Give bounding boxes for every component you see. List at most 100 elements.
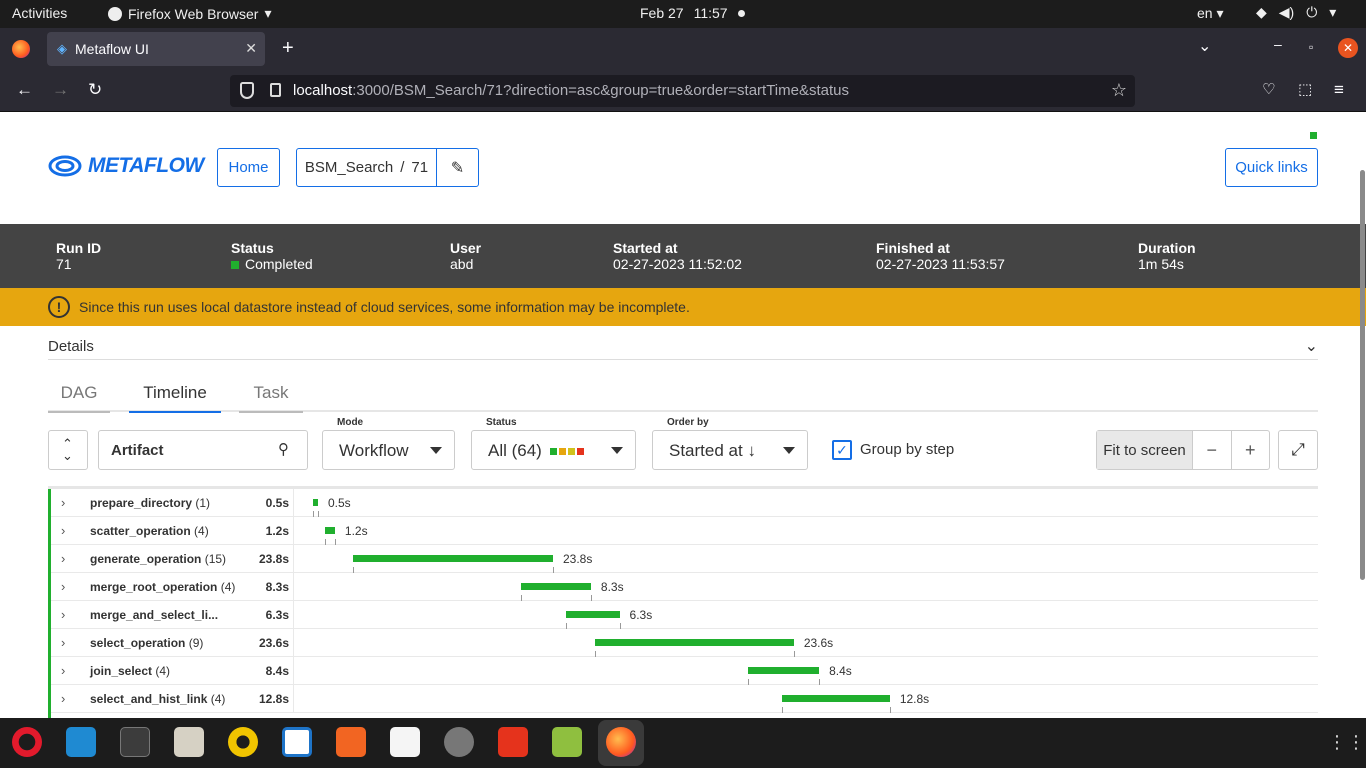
metaflow-logo[interactable]: METAFLOW: [48, 154, 204, 178]
page-info-icon[interactable]: [270, 83, 281, 97]
close-tab-icon[interactable]: ✕: [245, 40, 257, 57]
quick-links-button[interactable]: Quick links: [1225, 148, 1318, 187]
app-center-icon[interactable]: [336, 727, 366, 757]
step-duration-bar[interactable]: [782, 695, 890, 702]
breadcrumb[interactable]: BSM_Search / 71 ✎: [296, 148, 479, 187]
breadcrumb-flow[interactable]: BSM_Search: [305, 159, 393, 176]
chevron-right-icon[interactable]: ›: [61, 551, 65, 566]
page-scrollbar[interactable]: [1360, 170, 1365, 580]
order-by-select[interactable]: Order by Started at ↓: [652, 417, 808, 470]
step-duration-bar[interactable]: [595, 639, 794, 646]
tracking-protection-shield-icon[interactable]: [240, 82, 254, 99]
reload-icon[interactable]: ↻: [88, 80, 102, 100]
opera-icon[interactable]: [12, 727, 42, 757]
chevron-down-icon[interactable]: ⌄: [1305, 336, 1318, 356]
pocket-icon[interactable]: ♡: [1262, 80, 1275, 98]
terminal-icon[interactable]: [120, 727, 150, 757]
list-tabs-chevron-icon[interactable]: ⌄: [1198, 36, 1211, 56]
mode-select[interactable]: Mode Workflow: [322, 417, 455, 470]
chevron-right-icon[interactable]: ›: [61, 579, 65, 594]
wifi-icon: ◆: [1256, 4, 1267, 20]
chevron-right-icon[interactable]: ›: [61, 495, 65, 510]
timeline-row[interactable]: › merge_and_select_li... 6.3s 6.3s: [51, 601, 1318, 629]
chevron-right-icon[interactable]: ›: [61, 691, 65, 706]
sort-ascending-arrow-icon[interactable]: ↓: [747, 441, 756, 460]
extensions-icon[interactable]: ⬚: [1298, 80, 1312, 98]
tab-timeline[interactable]: Timeline: [129, 383, 221, 413]
address-bar[interactable]: localhost:3000/BSM_Search/71?direction=a…: [230, 75, 1135, 107]
clock[interactable]: Feb 27 11:57: [640, 5, 745, 21]
step-duration-bar[interactable]: [352, 555, 553, 562]
step-duration: 0.5s: [265, 496, 289, 510]
show-apps-grid-icon[interactable]: ⋮⋮⋮: [1328, 732, 1366, 753]
anydesk-icon[interactable]: [498, 727, 528, 757]
step-duration-bar[interactable]: [521, 583, 591, 590]
timeline-row[interactable]: › prepare_directory (1) 0.5s 0.5s: [51, 489, 1318, 517]
edit-pencil-icon[interactable]: ✎: [437, 149, 478, 186]
fit-to-screen-button[interactable]: Fit to screen: [1097, 431, 1193, 469]
collapse-expand-icon: ⌃ ⌄: [62, 436, 73, 463]
status-color-dot: [576, 448, 584, 456]
app-menu[interactable]: Firefox Web Browser ▾: [108, 5, 271, 22]
chevron-right-icon[interactable]: ›: [61, 523, 65, 538]
group-by-step-checkbox[interactable]: ✓: [832, 440, 852, 460]
timeline-row[interactable]: › scatter_operation (4) 1.2s 1.2s: [51, 517, 1318, 545]
minimize-window-icon[interactable]: –: [1274, 36, 1282, 52]
sheets-icon[interactable]: [552, 727, 582, 757]
breadcrumb-run[interactable]: 71: [411, 159, 428, 176]
firefox-dock-icon[interactable]: [606, 727, 636, 757]
timeline-row[interactable]: › join_select (4) 8.4s 8.4s: [51, 657, 1318, 685]
chevron-right-icon[interactable]: ›: [61, 607, 65, 622]
browser-tab-active[interactable]: ◈ Metaflow UI ✕: [47, 32, 265, 66]
status-select[interactable]: Status All (64): [471, 417, 636, 470]
chevron-right-icon[interactable]: ›: [61, 663, 65, 678]
language-indicator[interactable]: en ▾: [1197, 5, 1224, 22]
tab-dag[interactable]: DAG: [48, 383, 110, 413]
step-duration-bar[interactable]: [748, 667, 820, 674]
tab-task[interactable]: Task: [239, 383, 303, 413]
url-text[interactable]: localhost:3000/BSM_Search/71?direction=a…: [293, 82, 849, 99]
step-duration-bar[interactable]: [324, 527, 335, 534]
details-collapsible[interactable]: Details ⌄: [48, 338, 1318, 360]
step-duration-bar[interactable]: [313, 499, 318, 506]
url-host: localhost: [293, 82, 353, 99]
settings-gear-icon[interactable]: [444, 727, 474, 757]
system-tray[interactable]: ◆ ◀) ⏻ ▾: [1256, 4, 1336, 21]
zoom-in-button[interactable]: +: [1230, 431, 1270, 469]
files-icon[interactable]: [174, 727, 204, 757]
timeline-row[interactable]: › select_operation (9) 23.6s 23.6s: [51, 629, 1318, 657]
close-window-icon[interactable]: ✕: [1338, 38, 1358, 58]
forward-arrow-icon[interactable]: →: [52, 80, 69, 100]
group-by-step-label[interactable]: Group by step: [860, 441, 954, 458]
search-icon[interactable]: ⚲: [278, 440, 289, 458]
artifact-search-input[interactable]: Artifact ⚲: [98, 430, 308, 470]
connection-status-indicator: [1310, 132, 1317, 139]
status-color-dots: [549, 448, 584, 456]
view-tabs: DAG Timeline Task: [48, 380, 1318, 413]
timeline-row[interactable]: › generate_operation (15) 23.8s 23.8s: [51, 545, 1318, 573]
firefox-view-icon[interactable]: [12, 40, 30, 58]
chevron-right-icon[interactable]: ›: [61, 635, 65, 650]
bar-duration-label: 6.3s: [629, 608, 653, 622]
hamburger-menu-icon[interactable]: ≡: [1334, 80, 1344, 100]
zoom-out-button[interactable]: −: [1193, 431, 1231, 469]
fullscreen-expand-icon[interactable]: ⤢: [1278, 430, 1318, 470]
collapse-all-button[interactable]: ⌃ ⌄: [48, 430, 88, 470]
back-arrow-icon[interactable]: ←: [16, 80, 33, 100]
rhythmbox-icon[interactable]: [228, 727, 258, 757]
timeline-row[interactable]: › merge_root_operation (4) 8.3s 8.3s: [51, 573, 1318, 601]
libreoffice-writer-icon[interactable]: [282, 727, 312, 757]
vscode-icon[interactable]: [66, 727, 96, 757]
finished-at-label: Finished at: [876, 240, 950, 256]
new-tab-button[interactable]: +: [282, 37, 294, 60]
volume-icon: ◀): [1278, 4, 1295, 20]
home-button[interactable]: Home: [217, 148, 280, 187]
text-editor-icon[interactable]: [390, 727, 420, 757]
bookmark-star-icon[interactable]: ☆: [1111, 80, 1127, 101]
warning-exclamation-icon: !: [48, 296, 70, 318]
timeline-row[interactable]: › select_and_hist_link (4) 12.8s 12.8s: [51, 685, 1318, 713]
step-duration-bar[interactable]: [566, 611, 620, 618]
maximize-window-icon[interactable]: ▫: [1309, 40, 1313, 54]
activities-button[interactable]: Activities: [12, 5, 67, 21]
column-divider: [293, 545, 294, 573]
